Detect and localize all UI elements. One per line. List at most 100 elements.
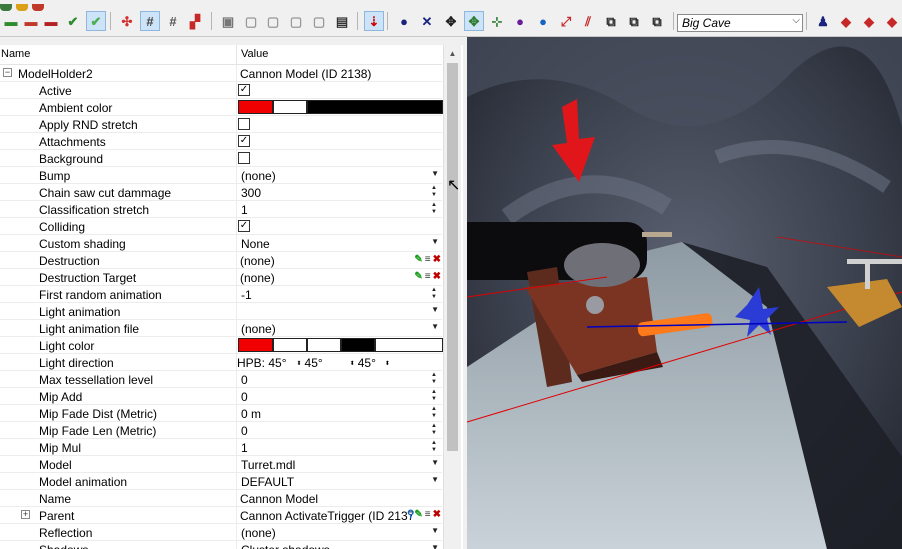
world-selector[interactable]: Big Cave ⌵: [677, 14, 803, 32]
property-row[interactable]: − ModelHolder2 Cannon Model (ID 2138): [0, 65, 442, 82]
grid-icon[interactable]: #: [163, 11, 183, 31]
collapse-icon[interactable]: −: [3, 68, 12, 77]
pick-icon[interactable]: ✎: [414, 254, 422, 265]
property-row[interactable]: Ambient color: [0, 99, 443, 116]
property-row[interactable]: Attachments ✓: [0, 133, 442, 150]
dropdown-arrow-icon[interactable]: ▼: [431, 237, 439, 246]
color-swatch[interactable]: [273, 100, 307, 114]
property-value-cell[interactable]: Cannon ActivateTrigger (ID 2137 ⚲✎ ≡ ✖: [236, 507, 443, 523]
property-value-cell[interactable]: 0 m ▲ ▼: [236, 405, 443, 421]
property-value-cell[interactable]: [236, 150, 443, 166]
property-row[interactable]: Destruction (none) ✎ ≡ ✖: [0, 252, 442, 269]
spin-arrows-icon[interactable]: ▲ ▼: [431, 389, 437, 403]
stack-frame-icon[interactable]: ⧉: [624, 11, 644, 31]
expand-icon[interactable]: +: [21, 510, 30, 519]
name-column-header[interactable]: Name: [1, 48, 30, 60]
spin-arrows-icon[interactable]: ▲ ▼: [431, 202, 437, 216]
copy-frame-icon[interactable]: ⧉: [601, 11, 621, 31]
cube-copy-icon[interactable]: ▢: [263, 11, 283, 31]
property-checkbox[interactable]: ✓: [238, 220, 250, 232]
3d-viewport[interactable]: [467, 37, 902, 549]
layer-red-icon[interactable]: ▬: [21, 11, 41, 31]
list-icon[interactable]: ≡: [425, 271, 431, 282]
property-value-cell[interactable]: ✓: [236, 218, 443, 234]
list-icon[interactable]: ≡: [425, 509, 431, 520]
property-value-cell[interactable]: 1 ▲ ▼: [236, 439, 443, 455]
dropdown-arrow-icon[interactable]: ▼: [431, 543, 439, 549]
property-value-cell[interactable]: None ▼: [236, 235, 443, 251]
property-row[interactable]: Mip Fade Len (Metric) 0 ▲ ▼: [0, 422, 442, 439]
pick-icon[interactable]: ✎: [414, 509, 422, 520]
property-value-cell[interactable]: [236, 337, 443, 353]
property-row[interactable]: Custom shading None ▼: [0, 235, 442, 252]
property-value-cell[interactable]: [236, 116, 443, 132]
red-cube-icon[interactable]: ◆: [836, 11, 856, 31]
property-value-cell[interactable]: [236, 99, 443, 115]
mirror-icon[interactable]: ⫽: [578, 11, 598, 31]
property-value-cell[interactable]: 0 ▲ ▼: [236, 388, 443, 404]
property-row[interactable]: Light direction HPB: 45° ⬍ 45° ⬍ 45° ⬍: [0, 354, 442, 371]
property-row[interactable]: Chain saw cut dammage 300 ▲ ▼: [0, 184, 442, 201]
cube-wire-icon[interactable]: ▣: [218, 11, 238, 31]
property-row[interactable]: Light animation file (none) ▼: [0, 320, 442, 337]
property-value-cell[interactable]: 1 ▲ ▼: [236, 201, 443, 217]
property-row[interactable]: Destruction Target (none) ✎ ≡ ✖: [0, 269, 442, 286]
property-row[interactable]: Shadows Cluster shadows ▼: [0, 541, 442, 549]
property-row[interactable]: Model Turret.mdl ▼: [0, 456, 442, 473]
color-swatch[interactable]: [375, 338, 443, 352]
property-row[interactable]: Mip Mul 1 ▲ ▼: [0, 439, 442, 456]
property-value-cell[interactable]: HPB: 45° ⬍ 45° ⬍ 45° ⬍: [236, 354, 443, 370]
check-page-icon[interactable]: ✔: [86, 11, 106, 31]
arrow-down-icon[interactable]: ⇣: [364, 11, 384, 31]
cube-paste-icon[interactable]: ▢: [286, 11, 306, 31]
dropdown-arrow-icon[interactable]: ▼: [431, 475, 439, 484]
bank-value[interactable]: 45°: [358, 356, 376, 370]
property-checkbox[interactable]: ✓: [238, 84, 250, 96]
property-value-cell[interactable]: ▼: [236, 303, 443, 319]
property-row[interactable]: + Parent Cannon ActivateTrigger (ID 2137 ⚲✎…: [0, 507, 442, 524]
entity-move-icon[interactable]: ✥: [441, 11, 461, 31]
property-row[interactable]: Apply RND stretch: [0, 116, 442, 133]
property-row[interactable]: Model animation DEFAULT ▼: [0, 473, 442, 490]
hpb-editor[interactable]: HPB: 45° ⬍ 45° ⬍ 45° ⬍: [237, 356, 390, 370]
property-row[interactable]: Active ✓: [0, 82, 442, 99]
entity-rotate-icon[interactable]: ✥: [464, 11, 484, 31]
property-checkbox[interactable]: [238, 152, 250, 164]
globe-icon[interactable]: [0, 4, 12, 11]
clear-icon[interactable]: ✖: [433, 509, 441, 520]
color-swatch[interactable]: [238, 100, 273, 114]
pitch-value[interactable]: 45°: [305, 356, 323, 370]
color-picker[interactable]: [238, 338, 443, 352]
property-row[interactable]: Light color: [0, 337, 443, 354]
entity-scale-icon[interactable]: ⊹: [487, 11, 507, 31]
spin-arrows-icon[interactable]: ▲ ▼: [431, 372, 437, 386]
property-row[interactable]: Colliding ✓: [0, 218, 442, 235]
property-value-cell[interactable]: -1 ▲ ▼: [236, 286, 443, 302]
red-cube-3-icon[interactable]: ◆: [882, 11, 902, 31]
spin-arrows-icon[interactable]: ▲ ▼: [431, 185, 437, 199]
vertical-scrollbar[interactable]: ▲: [443, 45, 461, 549]
scrollbar-thumb[interactable]: [447, 63, 458, 451]
dropdown-arrow-icon[interactable]: ▼: [431, 458, 439, 467]
property-value-cell[interactable]: Cannon Model (ID 2138): [236, 65, 443, 81]
property-row[interactable]: Bump (none) ▼: [0, 167, 442, 184]
cube-layers-icon[interactable]: ▢: [309, 11, 329, 31]
color-swatch[interactable]: [341, 338, 375, 352]
property-row[interactable]: Background: [0, 150, 442, 167]
hash-red-icon[interactable]: ✣: [117, 11, 137, 31]
property-value-cell[interactable]: (none) ✎ ≡ ✖: [236, 252, 443, 268]
entity-x-icon[interactable]: ✕: [417, 11, 437, 31]
heading-value[interactable]: 45°: [268, 356, 286, 370]
spin-arrows-icon[interactable]: ▲ ▼: [431, 423, 437, 437]
color-swatch[interactable]: [273, 338, 307, 352]
property-value-cell[interactable]: Turret.mdl ▼: [236, 456, 443, 472]
property-row[interactable]: Name Cannon Model: [0, 490, 442, 507]
property-row[interactable]: Max tessellation level 0 ▲ ▼: [0, 371, 442, 388]
puzzle-icon[interactable]: ▞: [185, 11, 205, 31]
property-value-cell[interactable]: Cannon Model: [236, 490, 443, 506]
pick-icon[interactable]: ✎: [414, 271, 422, 282]
property-value-cell[interactable]: Cluster shadows ▼: [236, 541, 443, 549]
property-value-cell[interactable]: ✓: [236, 82, 443, 98]
clear-icon[interactable]: ✖: [433, 271, 441, 282]
color-swatch[interactable]: [307, 338, 341, 352]
